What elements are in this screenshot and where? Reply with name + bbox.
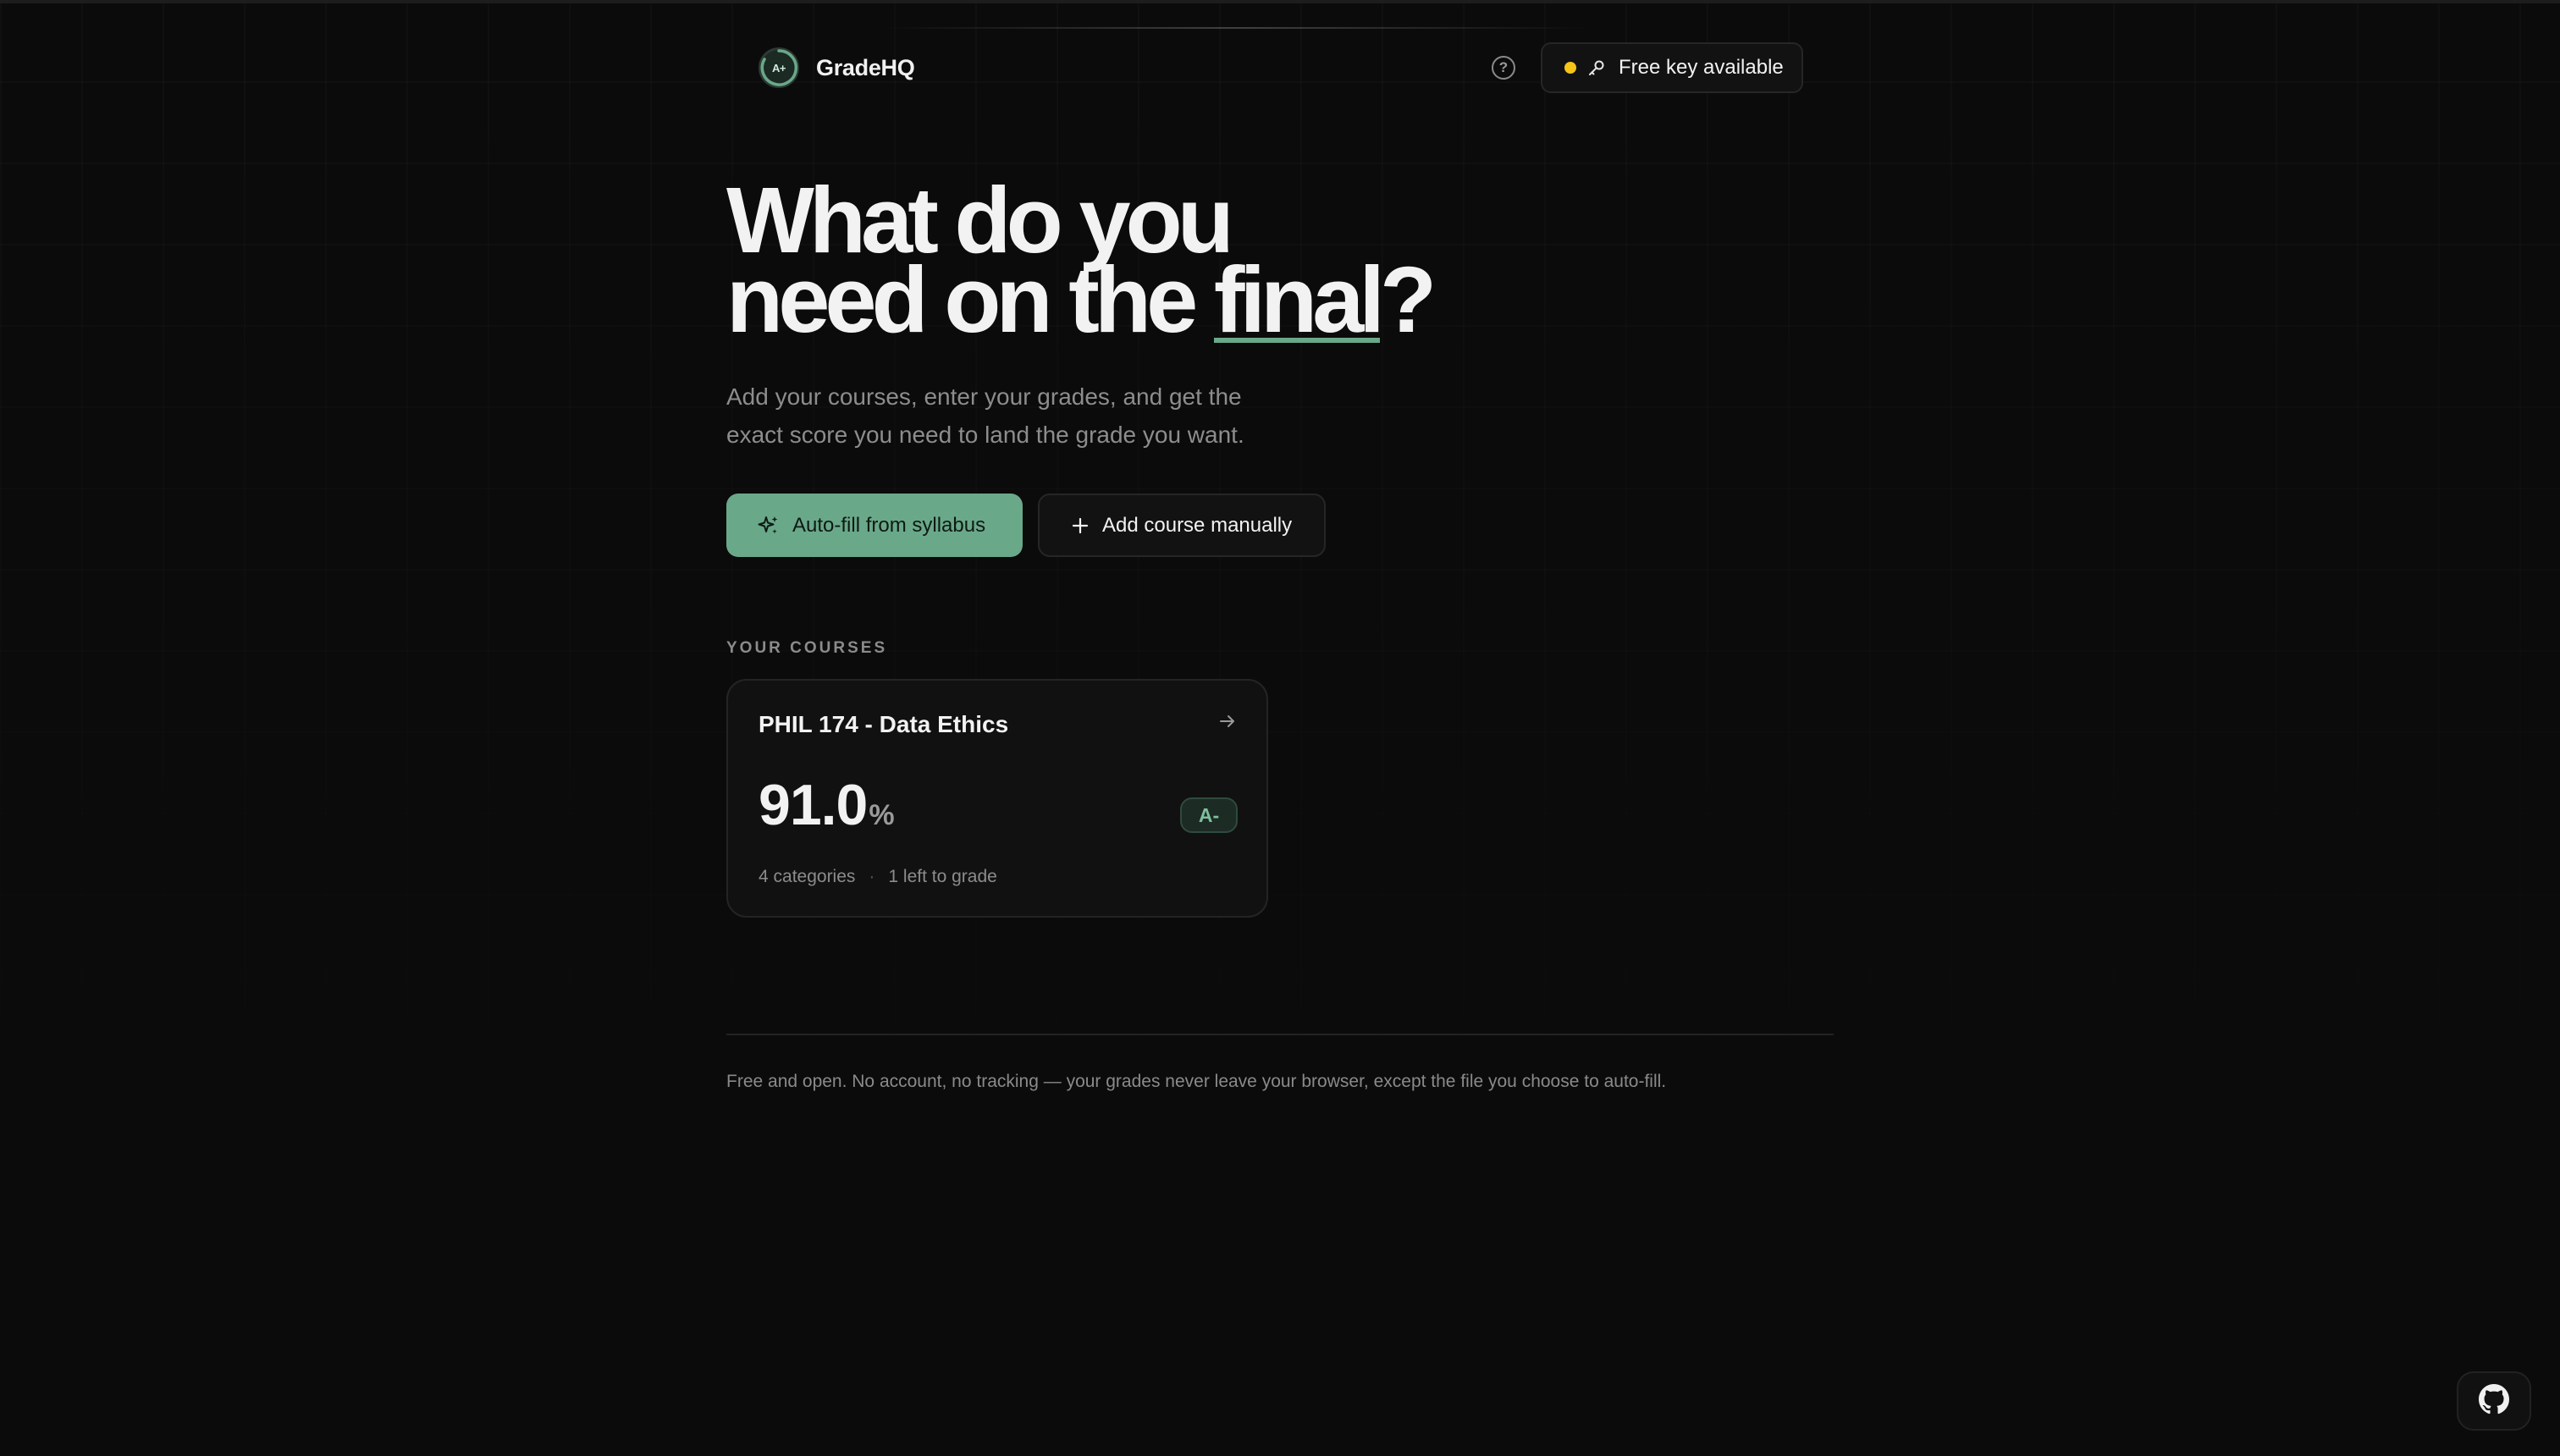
status-dot	[1564, 62, 1576, 74]
autofill-syllabus-button[interactable]: Auto-fill from syllabus	[726, 494, 1023, 557]
footer-divider	[726, 1034, 1834, 1035]
course-meta: 4 categories · 1 left to grade	[759, 867, 997, 887]
github-icon	[2479, 1383, 2509, 1419]
github-button[interactable]	[2457, 1371, 2531, 1431]
plus-icon	[1070, 516, 1090, 536]
free-key-label: Free key available	[1619, 56, 1784, 79]
hero-subtitle: Add your courses, enter your grades, and…	[726, 378, 1370, 454]
course-card[interactable]: PHIL 174 - Data Ethics 91.0% A- 4 catego…	[726, 679, 1268, 918]
hero-title-highlight: final	[1213, 248, 1385, 352]
hero-subtitle-line2: exact score you need to land the grade y…	[726, 422, 1244, 448]
question-circle-icon: ?	[1498, 59, 1509, 75]
logo-text: A+	[772, 61, 786, 74]
brand-name: GradeHQ	[816, 54, 915, 80]
hero-title-line2-prefix: need on the	[726, 248, 1214, 352]
logo: A+	[759, 47, 799, 88]
add-course-manually-label: Add course manually	[1102, 513, 1293, 537]
course-title: PHIL 174 - Data Ethics	[759, 711, 1009, 737]
free-key-button[interactable]: Free key available	[1541, 42, 1803, 93]
arrow-right-icon	[1217, 711, 1238, 736]
hero-title: What do you need on the final?	[726, 174, 1437, 352]
your-courses-heading: YOUR COURSES	[726, 639, 888, 657]
footer-text: Free and open. No account, no tracking —…	[726, 1072, 1667, 1091]
page: A+ GradeHQ ? Free key available What do …	[0, 0, 2560, 1456]
course-percent-value: 91.0	[759, 773, 868, 837]
meta-separator: ·	[869, 867, 875, 886]
header-glow-line	[880, 27, 1592, 29]
help-button[interactable]: ?	[1492, 56, 1515, 80]
course-remaining: 1 left to grade	[888, 867, 997, 886]
autofill-syllabus-label: Auto-fill from syllabus	[792, 513, 986, 537]
window-top-edge	[0, 0, 2560, 3]
hero-title-suffix: ?	[1379, 248, 1437, 352]
course-percent-sign: %	[869, 799, 894, 831]
course-categories: 4 categories	[759, 867, 856, 886]
brand[interactable]: A+ GradeHQ	[759, 47, 915, 88]
key-icon	[1586, 58, 1607, 78]
add-course-manually-button[interactable]: Add course manually	[1038, 494, 1326, 557]
hero-subtitle-line1: Add your courses, enter your grades, and…	[726, 383, 1242, 410]
course-percent: 91.0%	[759, 772, 895, 838]
grade-badge: A-	[1180, 797, 1238, 833]
sparkles-icon	[757, 514, 781, 538]
